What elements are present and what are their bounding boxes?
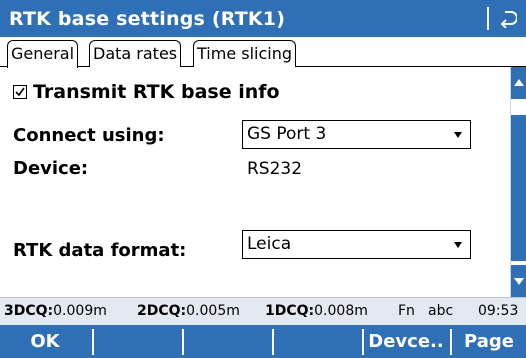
scroll-up-button[interactable] bbox=[511, 67, 526, 99]
softkey-f2[interactable] bbox=[94, 325, 180, 358]
transmit-rtk-checkbox[interactable] bbox=[13, 85, 27, 99]
softkey-bar: OK Devce.. Page bbox=[0, 325, 526, 358]
status-2dcq-value: 0.005m bbox=[186, 303, 240, 319]
device-value: RS232 bbox=[247, 159, 303, 179]
status-3dcq-label: 3DCQ: bbox=[4, 303, 54, 319]
dropdown-arrow-icon bbox=[454, 242, 462, 248]
page-button[interactable]: Page bbox=[452, 325, 526, 358]
status-bar: 3DCQ:0.009m 2DCQ:0.005m 1DCQ:0.008m Fn a… bbox=[0, 297, 526, 325]
status-fn: Fn bbox=[398, 303, 415, 319]
rtk-data-format-label: RTK data format: bbox=[13, 240, 187, 261]
arrow-up-icon bbox=[514, 79, 524, 86]
title-divider bbox=[487, 7, 489, 30]
checkmark-icon bbox=[15, 87, 25, 97]
connect-using-value: GS Port 3 bbox=[247, 124, 327, 144]
transmit-rtk-checkbox-row[interactable]: Transmit RTK base info bbox=[13, 81, 280, 103]
device-button[interactable]: Devce.. bbox=[364, 325, 448, 358]
status-2dcq: 2DCQ:0.005m bbox=[137, 298, 240, 325]
window-title: RTK base settings (RTK1) bbox=[9, 7, 286, 30]
arrow-down-icon bbox=[514, 278, 524, 285]
tab-time-slicing[interactable]: Time slicing bbox=[193, 40, 297, 67]
rtk-data-format-select[interactable]: Leica bbox=[242, 230, 471, 259]
scroll-down-button[interactable] bbox=[511, 265, 526, 297]
status-3dcq-value: 0.009m bbox=[53, 303, 107, 319]
status-1dcq: 1DCQ:0.008m bbox=[265, 298, 368, 325]
dropdown-arrow-icon bbox=[454, 132, 462, 138]
status-2dcq-label: 2DCQ: bbox=[137, 303, 187, 319]
tab-data-rates[interactable]: Data rates bbox=[89, 40, 182, 67]
back-return-icon[interactable] bbox=[499, 10, 517, 28]
transmit-rtk-label: Transmit RTK base info bbox=[33, 81, 280, 103]
rtk-data-format-value: Leica bbox=[247, 234, 292, 254]
status-input-mode: abc bbox=[428, 303, 454, 319]
tab-general[interactable]: General bbox=[7, 40, 79, 68]
status-time: 09:53 bbox=[478, 303, 519, 319]
status-3dcq: 3DCQ:0.009m bbox=[4, 298, 107, 325]
softkey-f3[interactable] bbox=[184, 325, 270, 358]
ok-button[interactable]: OK bbox=[0, 325, 90, 358]
connect-using-label: Connect using: bbox=[13, 125, 165, 146]
device-label: Device: bbox=[13, 158, 89, 179]
connect-using-select[interactable]: GS Port 3 bbox=[242, 120, 471, 149]
status-1dcq-label: 1DCQ: bbox=[265, 303, 315, 319]
vertical-scrollbar[interactable] bbox=[510, 67, 526, 297]
scroll-thumb[interactable] bbox=[511, 115, 526, 261]
title-bar: RTK base settings (RTK1) bbox=[0, 0, 526, 37]
softkey-f4[interactable] bbox=[274, 325, 360, 358]
status-1dcq-value: 0.008m bbox=[314, 303, 368, 319]
